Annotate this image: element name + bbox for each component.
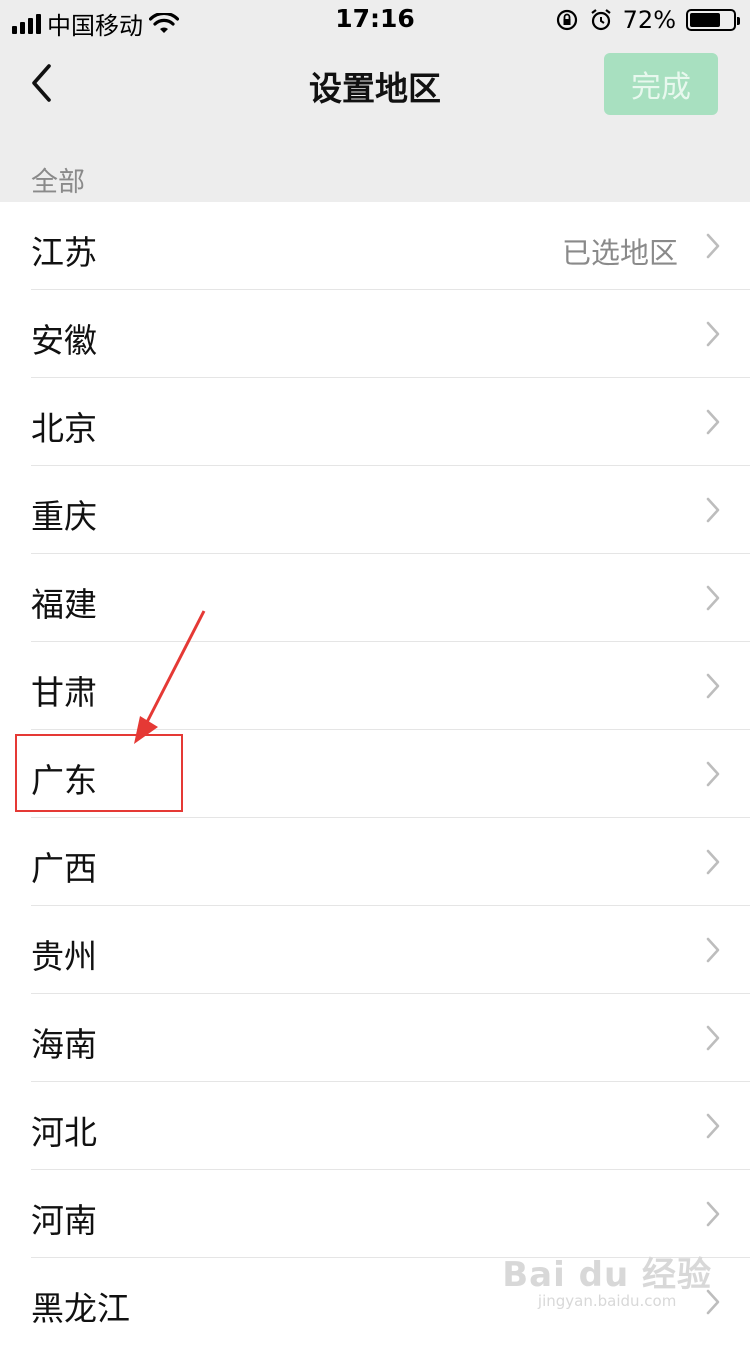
watermark: Bai du 经验 jingyan.baidu.com [502,1247,712,1310]
region-name: 河南 [31,1201,97,1240]
annotation-highlight-box [15,734,183,812]
battery-level [690,13,721,27]
region-name: 北京 [31,409,97,448]
done-button[interactable]: 完成 [604,53,718,115]
region-item[interactable]: 重庆 [0,466,750,554]
region-name: 广西 [31,849,97,888]
chevron-right-icon [706,233,720,259]
region-item[interactable]: 北京 [0,378,750,466]
region-name: 重庆 [31,497,97,536]
chevron-right-icon [706,761,720,787]
chevron-right-icon [706,937,720,963]
chevron-right-icon [706,1113,720,1139]
orientation-lock-icon [556,9,577,31]
status-right: 72% [555,6,740,34]
region-name: 河北 [31,1113,97,1152]
region-item[interactable]: 广西 [0,818,750,906]
region-item[interactable]: 河南 [0,1170,750,1258]
section-header: 全部 [31,167,85,198]
region-name: 海南 [31,1025,97,1064]
region-item[interactable]: 海南 [0,994,750,1082]
region-name: 甘肃 [31,673,97,712]
region-item[interactable]: 江苏 已选地区 [0,202,750,290]
chevron-right-icon [706,497,720,523]
region-name: 黑龙江 [31,1289,130,1328]
chevron-right-icon [706,849,720,875]
navigation-bar: 设置地区 完成 [0,40,750,130]
region-item[interactable]: 河北 [0,1082,750,1170]
chevron-right-icon [706,409,720,435]
region-item[interactable]: 福建 [0,554,750,642]
region-item[interactable]: 贵州 [0,906,750,994]
region-name: 贵州 [31,937,97,976]
battery-percent: 72% [622,6,676,34]
region-name: 福建 [31,585,97,624]
alarm-icon [590,9,611,31]
region-name: 安徽 [31,321,97,360]
chevron-right-icon [706,673,720,699]
chevron-right-icon [706,585,720,611]
status-bar: 中国移动 17:16 72% [0,0,750,40]
chevron-right-icon [706,1201,720,1227]
watermark-logo: Bai du 经验 [502,1255,712,1295]
battery-icon [686,9,740,31]
chevron-right-icon [706,1025,720,1051]
region-item[interactable]: 甘肃 [0,642,750,730]
region-item[interactable]: 安徽 [0,290,750,378]
region-name: 江苏 [31,233,97,272]
chevron-right-icon [706,321,720,347]
selected-region-label: 已选地区 [561,236,678,270]
